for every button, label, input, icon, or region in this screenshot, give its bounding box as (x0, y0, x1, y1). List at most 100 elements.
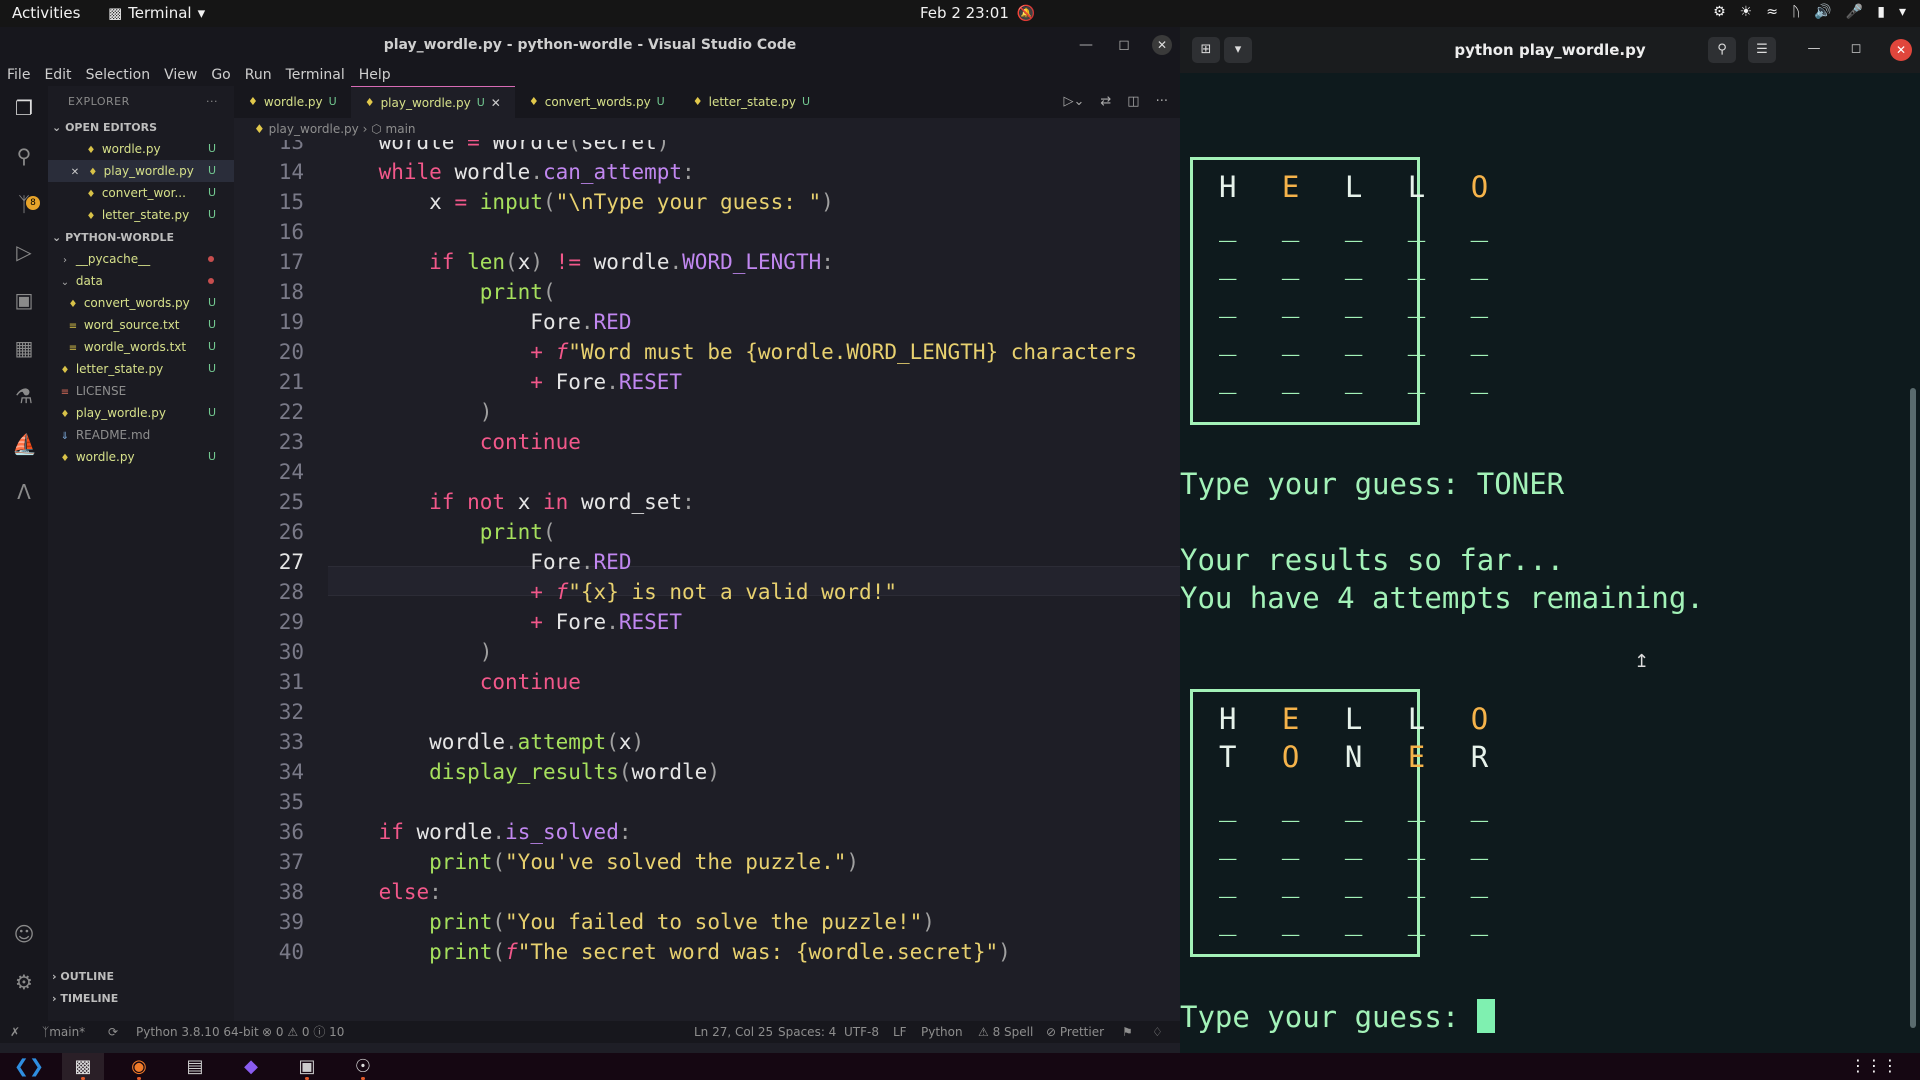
terminal-output[interactable]: H E L L O _ _ _ _ _ _ _ _ _ _ _ _ _ _ _ … (1180, 73, 1920, 1053)
azure-icon[interactable]: Λ (12, 480, 36, 504)
volume-icon[interactable]: 🔊 (1814, 4, 1831, 20)
bell-icon[interactable]: ♢ (1152, 1021, 1163, 1043)
split-editor-icon[interactable]: ◫ (1127, 86, 1139, 118)
tab-letter-state[interactable]: ♦ letter_state.py U (679, 86, 824, 118)
line-ending[interactable]: LF (893, 1021, 907, 1043)
microphone-icon[interactable]: 🎤 (1846, 4, 1863, 20)
tree-file[interactable]: ≡ LICENSE (48, 380, 234, 402)
code-line[interactable]: wordle.attempt(x) (328, 730, 644, 754)
code-line[interactable]: else: (328, 880, 442, 904)
docker-icon[interactable]: ⛵ (12, 432, 37, 456)
code-line[interactable]: continue (328, 670, 581, 694)
code-line[interactable]: print(f"The secret word was: {wordle.sec… (328, 940, 1011, 964)
search-icon[interactable]: ⚲ (1708, 37, 1736, 63)
maximize-button[interactable]: ◻ (1846, 41, 1866, 56)
brightness-icon[interactable]: ☀ (1740, 4, 1753, 20)
tree-folder[interactable]: › __pycache__ (48, 248, 234, 270)
menu-go[interactable]: Go (211, 64, 230, 86)
obsidian-app-icon[interactable]: ◆ (230, 1053, 272, 1080)
indentation[interactable]: Spaces: 4 (778, 1021, 836, 1043)
code-line[interactable]: Fore.RED (328, 310, 631, 334)
open-editor-item[interactable]: ♦ letter_state.py U (48, 204, 234, 226)
menu-terminal[interactable]: Terminal (286, 64, 345, 86)
outline-section[interactable]: › OUTLINE (48, 966, 234, 988)
code-line[interactable]: Fore.RED (328, 550, 631, 574)
tree-file[interactable]: ≡ wordle_words.txt U (48, 336, 234, 358)
code-editor[interactable]: 13 14 15 16 17 18 19 20 21 22 23 24 25 2… (234, 140, 1180, 1021)
caret-down-icon[interactable]: ▾ (1899, 4, 1906, 20)
hamburger-menu-icon[interactable]: ☰ (1748, 37, 1776, 63)
git-branch[interactable]: ᛉ main* (42, 1021, 85, 1043)
tree-file[interactable]: ♦ letter_state.py U (48, 358, 234, 380)
system-tray[interactable]: ⚙ ☀ ≈ ᚢ 🔊 🎤 ▮ ▾ (1713, 4, 1906, 20)
code-line[interactable]: wordle = Wordle(secret) (328, 140, 670, 154)
screenshot-app-icon[interactable]: ▣ (286, 1053, 328, 1080)
remote-explorer-icon[interactable]: ▣ (12, 288, 36, 312)
menu-selection[interactable]: Selection (86, 64, 151, 86)
close-button[interactable]: ✕ (1890, 39, 1912, 61)
explorer-icon[interactable]: ❐ (12, 96, 36, 120)
battery-icon[interactable]: ▮ (1877, 4, 1885, 20)
run-debug-icon[interactable]: ▷ (12, 240, 36, 264)
code-line[interactable]: print( (328, 280, 556, 304)
vscode-app-icon[interactable]: ❮❯ (8, 1053, 50, 1080)
input-prompt-line[interactable]: Type your guess: (1180, 999, 1495, 1034)
account-icon[interactable]: ☺ (12, 922, 36, 946)
wifi-icon[interactable]: ≈ (1766, 4, 1778, 20)
code-line[interactable]: + f"Word must be {wordle.WORD_LENGTH} ch… (328, 340, 1137, 364)
app-grid-icon[interactable]: ⋮⋮⋮ (1850, 1056, 1898, 1075)
testing-icon[interactable]: ⚗ (12, 384, 36, 408)
minimize-button[interactable]: — (1076, 27, 1096, 64)
close-button[interactable]: ✕ (1152, 35, 1172, 55)
code-line[interactable]: if not x in word_set: (328, 490, 695, 514)
code-line[interactable]: + Fore.RESET (328, 610, 682, 634)
gear-icon[interactable]: ⚙ (12, 970, 36, 994)
code-line[interactable]: display_results(wordle) (328, 760, 720, 784)
code-line[interactable]: continue (328, 430, 581, 454)
tree-file[interactable]: ≡ word_source.txt U (48, 314, 234, 336)
remote-icon[interactable]: ✗ (10, 1021, 20, 1043)
open-editor-item[interactable]: ♦ convert_wor... U (48, 182, 234, 204)
code-line[interactable]: if wordle.is_solved: (328, 820, 632, 844)
clock[interactable]: Feb 2 23:01 🔕 (920, 4, 1036, 22)
tree-file[interactable]: ♦ play_wordle.py U (48, 402, 234, 424)
menu-file[interactable]: File (7, 64, 30, 86)
cursor-position[interactable]: Ln 27, Col 25 (694, 1021, 773, 1043)
breadcrumb-file[interactable]: play_wordle.py (269, 122, 359, 136)
code-line[interactable]: ) (328, 400, 493, 424)
sync-icon[interactable]: ⟳ (108, 1021, 118, 1043)
open-editor-item[interactable]: ✕ ♦ play_wordle.py U (48, 160, 234, 182)
close-icon[interactable]: ✕ (68, 162, 82, 182)
code-line[interactable]: + Fore.RESET (328, 370, 682, 394)
project-section[interactable]: ⌄ PYTHON-WORDLE (48, 228, 234, 248)
menu-view[interactable]: View (164, 64, 197, 86)
activities-button[interactable]: Activities (12, 4, 80, 22)
code-line[interactable]: x = input("\nType your guess: ") (328, 190, 834, 214)
tree-file[interactable]: ♦ convert_words.py U (48, 292, 234, 314)
tree-folder[interactable]: ⌄ data (48, 270, 234, 292)
terminal-app-icon[interactable]: ▩ (62, 1053, 104, 1080)
code-line[interactable]: print( (328, 520, 556, 544)
bluetooth-icon[interactable]: ᚢ (1792, 4, 1800, 20)
menu-help[interactable]: Help (359, 64, 391, 86)
spell-checker[interactable]: ⚠ 8 Spell (978, 1021, 1033, 1043)
problems-indicator[interactable]: ⊗ 0 ⚠ 0 ⓘ 10 (262, 1021, 344, 1043)
timeline-section[interactable]: › TIMELINE (48, 988, 234, 1010)
code-line[interactable]: ) (328, 640, 493, 664)
maximize-button[interactable]: ◻ (1114, 27, 1134, 64)
menu-run[interactable]: Run (245, 64, 272, 86)
tree-file[interactable]: ♦ wordle.py U (48, 446, 234, 468)
feedback-icon[interactable]: ⚑ (1122, 1021, 1133, 1043)
python-interpreter[interactable]: Python 3.8.10 64-bit (136, 1021, 259, 1043)
run-file-icon[interactable]: ▷⌄ (1064, 86, 1085, 118)
compare-changes-icon[interactable]: ⇄ (1100, 86, 1111, 118)
tab-play-wordle[interactable]: ♦ play_wordle.py U ✕ (350, 86, 515, 119)
close-tab-icon[interactable]: ✕ (491, 87, 501, 119)
more-actions-icon[interactable]: ··· (206, 86, 218, 118)
code-line[interactable]: if len(x) != wordle.WORD_LENGTH: (328, 250, 834, 274)
open-editors-section[interactable]: ⌄ OPEN EDITORS (48, 118, 234, 138)
encoding[interactable]: UTF-8 (844, 1021, 879, 1043)
language-mode[interactable]: Python (921, 1021, 963, 1043)
tree-file[interactable]: ⇓ README.md (48, 424, 234, 446)
code-line[interactable]: print("You've solved the puzzle.") (328, 850, 859, 874)
